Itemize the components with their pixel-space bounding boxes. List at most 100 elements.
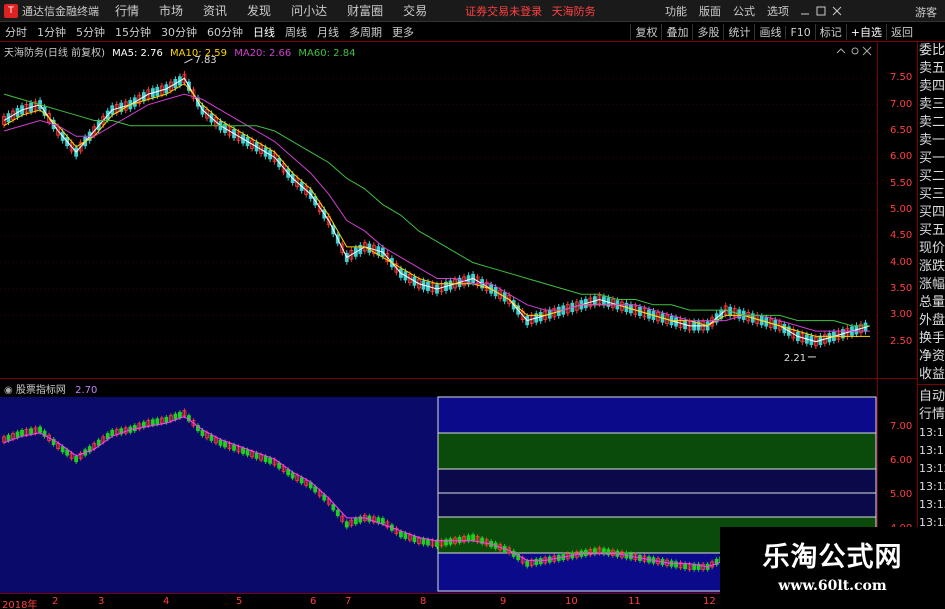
menu-item-discover[interactable]: 发现: [237, 2, 281, 19]
trade-login-status[interactable]: 证券交易未登录: [465, 5, 542, 18]
legend-ma60: MA60: 2.84: [298, 48, 356, 59]
tick-time: 13:11: [919, 426, 945, 439]
close-chart-icon[interactable]: [862, 46, 872, 56]
indicator-candle-body: [426, 539, 430, 546]
tool-adjust[interactable]: 复权: [630, 24, 661, 40]
indicator-candle-body: [380, 518, 385, 525]
tab-multi-period[interactable]: 多周期: [344, 24, 387, 40]
menu-item-options[interactable]: 选项: [761, 3, 795, 19]
chart-tools: 复权 叠加 多股 统计 画线 F10 标记 +自选 返回: [630, 22, 917, 42]
maximize-icon[interactable]: [816, 6, 826, 16]
indicator-candle-body: [592, 548, 597, 555]
tab-5min[interactable]: 5分钟: [71, 24, 110, 40]
quote-label: 总量: [919, 295, 945, 310]
indicator-candle-body: [15, 431, 20, 438]
settings-icon[interactable]: [851, 47, 859, 55]
menu-item-news[interactable]: 资讯: [193, 2, 237, 19]
indicator-candle-body: [457, 536, 462, 543]
quote-label: 卖三: [919, 97, 945, 112]
x-tick-label: 4: [163, 596, 170, 607]
close-icon[interactable]: [832, 6, 842, 16]
tool-stats[interactable]: 统计: [723, 24, 754, 40]
quote-label: 买一: [919, 151, 945, 166]
indicator-candle-body: [538, 558, 543, 565]
watermark-url: www.60lt.com: [778, 578, 887, 594]
menu-item-layout[interactable]: 版面: [693, 3, 727, 19]
indicator-band: [437, 396, 877, 434]
period-tabs: 分时 1分钟 5分钟 15分钟 30分钟 60分钟 日线 周线 月线 多周期 更…: [0, 24, 419, 40]
tool-draw[interactable]: 画线: [754, 24, 785, 40]
tab-daily[interactable]: 日线: [248, 24, 280, 40]
indicator-candle-body: [277, 462, 282, 469]
side-tab[interactable]: 自动: [918, 388, 945, 406]
quote-label: 卖一: [919, 133, 945, 148]
menu-item-formula[interactable]: 公式: [727, 3, 761, 19]
tab-15min[interactable]: 15分钟: [110, 24, 156, 40]
legend-ma10: MA10: 2.59: [170, 48, 228, 59]
indicator-candle-body: [335, 509, 340, 516]
ma-legend: 天海防务(日线 前复权) MA5: 2.76 MA10: 2.59 MA20: …: [4, 44, 359, 59]
app-title-text: 通达信金融终端: [22, 4, 99, 18]
tab-monthly[interactable]: 月线: [312, 24, 344, 40]
indicator-candle-body: [263, 456, 268, 463]
legend-ma20: MA20: 2.66: [234, 48, 292, 59]
indicator-candle-body: [674, 561, 678, 568]
quote-label: 卖二: [919, 115, 945, 130]
y-tick-label: 4.00: [890, 256, 913, 268]
tab-intraday[interactable]: 分时: [0, 24, 32, 40]
indicator-candle-body: [583, 549, 588, 556]
indicator-candle-body: [525, 560, 530, 567]
login-notice: 证券交易未登录 天海防务: [465, 3, 602, 19]
menu-item-function[interactable]: 功能: [659, 3, 693, 19]
indicator-candle-body: [6, 434, 11, 441]
tool-mark[interactable]: 标记: [814, 24, 846, 40]
quote-label: 买三: [919, 187, 945, 202]
indicator-candle-body: [353, 518, 358, 525]
guest-label[interactable]: 游客: [915, 4, 937, 20]
tool-add-watchlist[interactable]: +自选: [845, 24, 886, 40]
indicator-candle-body: [105, 433, 110, 440]
tab-1min[interactable]: 1分钟: [32, 24, 71, 40]
tool-f10[interactable]: F10: [785, 25, 814, 39]
indicator-name: 股票指标网: [15, 385, 66, 396]
tool-multi-stock[interactable]: 多股: [692, 24, 723, 40]
expand-icon[interactable]: [836, 48, 846, 54]
quote-label: 净资: [919, 349, 945, 364]
tab-30min[interactable]: 30分钟: [156, 24, 202, 40]
menu-item-ask[interactable]: 问小达: [281, 2, 337, 19]
tool-back[interactable]: 返回: [886, 24, 917, 40]
y-tick-label: 3.50: [890, 283, 913, 294]
quote-label: 收益: [919, 367, 945, 382]
indicator-candle-body: [435, 540, 439, 548]
menu-item-quotes[interactable]: 行情: [105, 2, 149, 19]
quote-label: 涨幅: [919, 277, 945, 292]
price-chart[interactable]: 7.832.21: [0, 42, 877, 378]
indicator-candle-body: [399, 531, 403, 538]
indicator-candle-body: [290, 472, 295, 479]
indicator-candle-body: [29, 428, 33, 435]
x-tick-label: 3: [98, 596, 105, 607]
x-tick-label: 5: [236, 596, 243, 607]
sub-y-tick-label: 5.00: [890, 489, 913, 500]
tick-time: 13:13: [919, 498, 945, 511]
indicator-candle-body: [268, 457, 273, 464]
indicator-toggle-icon[interactable]: ◉: [4, 385, 13, 396]
current-stock-name: 天海防务: [551, 4, 596, 18]
x-tick-label: 2018年: [2, 600, 38, 609]
menu-item-trade[interactable]: 交易: [393, 2, 437, 19]
x-tick-label: 2: [52, 596, 59, 607]
tab-more[interactable]: 更多: [387, 24, 419, 40]
menu-item-market[interactable]: 市场: [149, 2, 193, 19]
menu-item-wealth[interactable]: 财富圈: [337, 2, 393, 19]
tab-weekly[interactable]: 周线: [280, 24, 312, 40]
period-toolbar: 分时 1分钟 5分钟 15分钟 30分钟 60分钟 日线 周线 月线 多周期 更…: [0, 22, 945, 42]
indicator-candle-body: [150, 419, 155, 426]
quote-label: 买五: [919, 223, 945, 238]
indicator-candle-body: [218, 439, 223, 446]
tool-overlay[interactable]: 叠加: [661, 24, 692, 40]
price-chart-area[interactable]: 7.83 2.21 天海防务(日线 前复权) MA5: 2.76 MA10: 2.…: [0, 42, 877, 378]
quote-label: 现价: [919, 241, 945, 256]
low-price-label: 2.21: [784, 353, 806, 364]
tab-60min[interactable]: 60分钟: [202, 24, 248, 40]
side-tab[interactable]: 行情: [918, 406, 945, 424]
